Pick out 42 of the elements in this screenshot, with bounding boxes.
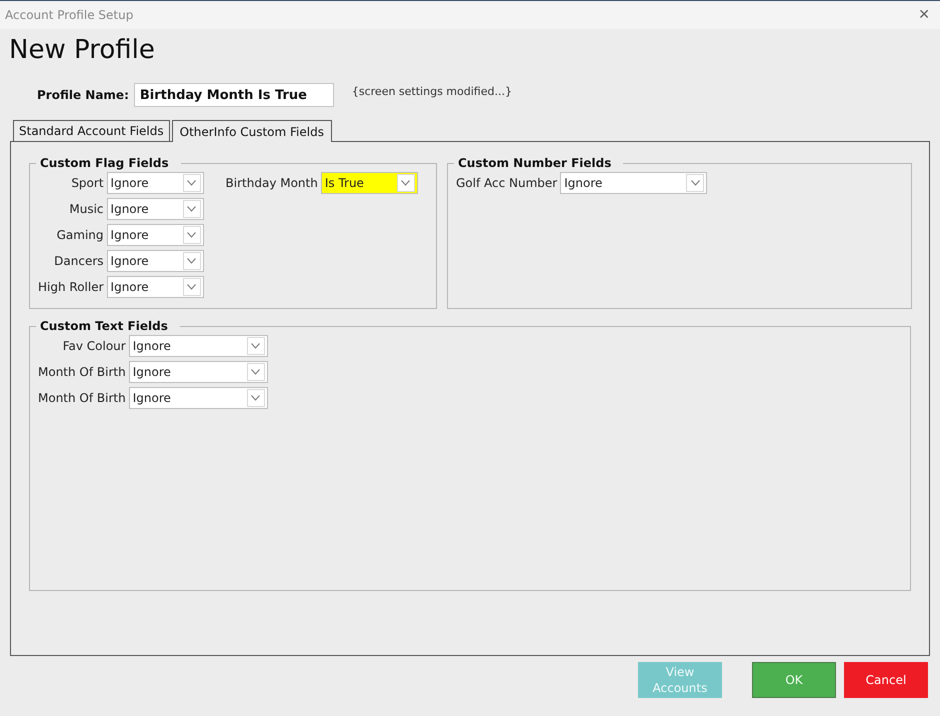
field-label: Month Of Birth [38, 391, 126, 405]
cancel-button[interactable]: Cancel [844, 662, 928, 698]
field-label: Fav Colour [62, 339, 126, 353]
window-title: Account Profile Setup [5, 8, 134, 22]
profile-name-field[interactable]: Birthday Month Is True [134, 83, 334, 107]
chevron-icon [182, 252, 201, 270]
tab[interactable]: Standard Account Fields [13, 120, 170, 141]
dropdown[interactable]: Ignore [128, 361, 268, 383]
group-title: Custom Text Fields [39, 319, 169, 333]
dropdown[interactable]: Ignore [106, 198, 204, 220]
field-label: Golf Acc Number [456, 176, 558, 190]
chevron-icon [686, 174, 704, 192]
field-label: Sport [70, 176, 104, 190]
field-label: Dancers [53, 254, 104, 268]
field-label: Birthday Month [226, 176, 318, 190]
chevron-icon [182, 200, 201, 218]
dropdown[interactable]: Ignore [128, 387, 268, 409]
dropdown[interactable]: Ignore [106, 172, 204, 194]
chevron-icon [246, 337, 265, 355]
field-label: Profile Name: [37, 88, 129, 102]
dropdown[interactable]: Ignore [106, 276, 204, 298]
status-note: {screen settings modified...} [352, 84, 512, 98]
tab[interactable]: OtherInfo Custom Fields [172, 120, 332, 142]
chevron-icon [182, 174, 201, 192]
chevron-icon [246, 363, 265, 381]
field-label: High Roller [38, 280, 104, 294]
group-title: Custom Number Fields [457, 156, 612, 170]
dropdown[interactable]: Ignore [106, 224, 204, 246]
group-title: Custom Flag Fields [39, 156, 170, 170]
dropdown[interactable]: Ignore [560, 172, 708, 194]
page-heading: New Profile [9, 35, 156, 65]
field-label: Month Of Birth [38, 365, 126, 379]
chevron-icon [396, 174, 415, 192]
field-label: Music [68, 202, 104, 216]
dropdown[interactable]: Is True [320, 172, 418, 194]
close-button[interactable]: ✕ [918, 7, 930, 23]
chevron-icon [182, 226, 201, 244]
dropdown[interactable]: Ignore [106, 250, 204, 272]
chevron-icon [182, 278, 201, 296]
chevron-icon [246, 389, 265, 407]
field-label: Gaming [56, 228, 104, 242]
dropdown[interactable]: Ignore [128, 335, 268, 357]
